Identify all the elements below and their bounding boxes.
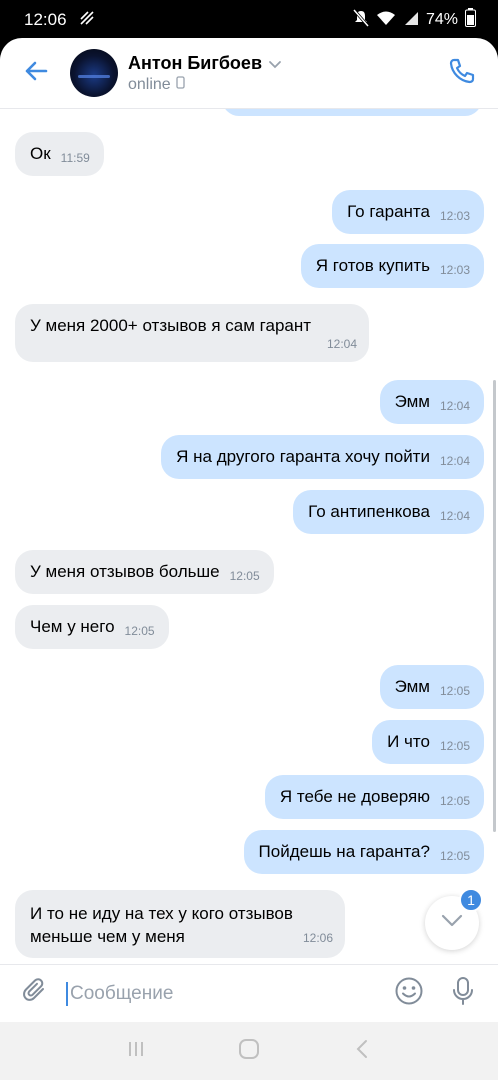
message-text: И что xyxy=(387,732,430,751)
message-time: 12:05 xyxy=(439,794,470,808)
message-time: 12:04 xyxy=(439,454,470,468)
message-text: Я на другого гаранта хочу пойти xyxy=(176,447,430,466)
message-time: 12:04 xyxy=(439,509,470,523)
message-placeholder: Сообщение xyxy=(70,982,174,1004)
message-text: Чем у него xyxy=(30,617,115,636)
microphone-icon xyxy=(451,976,475,1011)
wifi-icon xyxy=(376,10,396,31)
message-bubble[interactable]: Эмм 12:05 xyxy=(379,665,484,709)
mute-icon xyxy=(352,8,370,32)
scrollbar[interactable] xyxy=(493,380,496,832)
chevron-down-icon xyxy=(441,914,463,932)
message-input[interactable]: Сообщение xyxy=(66,974,372,1014)
back-arrow-icon xyxy=(24,61,48,86)
message-text: Эмм xyxy=(394,392,430,411)
message-text: Я тебе не доверяю xyxy=(279,787,430,806)
message-bubble[interactable]: Го гаранта 12:03 xyxy=(332,190,484,234)
home-icon xyxy=(238,1038,260,1065)
system-nav-bar xyxy=(0,1022,498,1080)
status-time: 12:06 xyxy=(24,10,67,29)
smile-icon xyxy=(394,976,424,1011)
message-bubble[interactable]: Эмм 12:04 xyxy=(379,380,484,424)
message-bubble[interactable]: Я тебе не доверяю 12:05 xyxy=(264,775,484,819)
message-text: Пойдешь на гаранта? xyxy=(258,842,430,861)
message-time: 12:05 xyxy=(439,739,470,753)
call-button[interactable] xyxy=(442,53,482,93)
message-time: 12:03 xyxy=(439,209,470,223)
recents-icon xyxy=(126,1039,146,1064)
message-text: Го гаранта xyxy=(347,202,430,221)
message-composer: Сообщение xyxy=(0,964,498,1022)
message-bubble[interactable]: Я готов купить 12:03 xyxy=(300,244,484,288)
message-bubble[interactable]: Чем у него 12:05 xyxy=(15,605,169,649)
message-time: 12:05 xyxy=(439,849,470,863)
message-time: 12:04 xyxy=(326,337,357,351)
message-time: 11:59 xyxy=(60,151,90,165)
avatar[interactable] xyxy=(70,49,118,97)
system-back-button[interactable] xyxy=(342,1031,382,1071)
unread-badge: 1 xyxy=(459,888,483,912)
battery-percent: 74% xyxy=(425,11,458,28)
message-time: 12:05 xyxy=(229,569,260,583)
message-text: У меня 2000+ отзывов я сам гарант xyxy=(30,316,312,335)
message-bubble[interactable]: И что 12:05 xyxy=(372,720,484,764)
recents-button[interactable] xyxy=(116,1031,156,1071)
scroll-down-button[interactable]: 1 xyxy=(425,888,483,950)
mobile-phone-icon xyxy=(176,75,185,94)
chat-header: Антон Бигбоев online xyxy=(0,38,498,108)
message-text: Го антипенкова xyxy=(308,502,430,521)
message-text: Я готов купить xyxy=(315,256,430,275)
message-bubble[interactable]: У меня отзывов больше 12:05 xyxy=(15,550,274,594)
message-partial xyxy=(222,108,482,116)
message-text: Эмм xyxy=(394,677,430,696)
paperclip-icon xyxy=(22,977,48,1010)
home-button[interactable] xyxy=(229,1031,269,1071)
message-time: 12:04 xyxy=(439,399,470,413)
message-list[interactable]: Ок 11:59 Го гаранта 12:03 Я готов купить… xyxy=(0,108,498,964)
message-time: 12:03 xyxy=(439,263,470,277)
battery-icon xyxy=(465,8,476,32)
message-time: 12:05 xyxy=(439,684,470,698)
contact-status: online xyxy=(128,75,171,93)
chevron-down-icon xyxy=(268,53,282,74)
text-caret xyxy=(66,981,68,1006)
message-bubble[interactable]: Го антипенкова 12:04 xyxy=(293,490,484,534)
message-bubble[interactable]: Я на другого гаранта хочу пойти 12:04 xyxy=(161,435,484,479)
signal-icon xyxy=(403,10,419,31)
message-text: У меня отзывов больше xyxy=(30,562,220,581)
message-time: 12:05 xyxy=(124,624,155,638)
no-signal-icon xyxy=(79,10,95,31)
message-time: 12:06 xyxy=(302,931,333,945)
voice-message-button[interactable] xyxy=(446,977,480,1011)
back-button[interactable] xyxy=(16,53,56,93)
phone-call-icon xyxy=(448,57,476,90)
message-text: И то не иду на тех у кого отзывов меньше… xyxy=(30,904,293,946)
message-bubble[interactable]: У меня 2000+ отзывов я сам гарант 12:04 xyxy=(15,304,369,362)
message-bubble[interactable]: Ок 11:59 xyxy=(15,132,104,176)
attach-button[interactable] xyxy=(18,977,52,1011)
message-bubble[interactable]: Пойдешь на гаранта? 12:05 xyxy=(243,830,484,874)
contact-info[interactable]: Антон Бигбоев online xyxy=(128,53,442,94)
status-bar: 12:06 74% xyxy=(0,0,498,40)
emoji-button[interactable] xyxy=(392,977,426,1011)
back-icon xyxy=(355,1039,369,1064)
message-bubble[interactable]: И то не иду на тех у кого отзывов меньше… xyxy=(15,890,345,958)
message-text: Ок xyxy=(30,144,51,163)
contact-name: Антон Бигбоев xyxy=(128,52,263,73)
